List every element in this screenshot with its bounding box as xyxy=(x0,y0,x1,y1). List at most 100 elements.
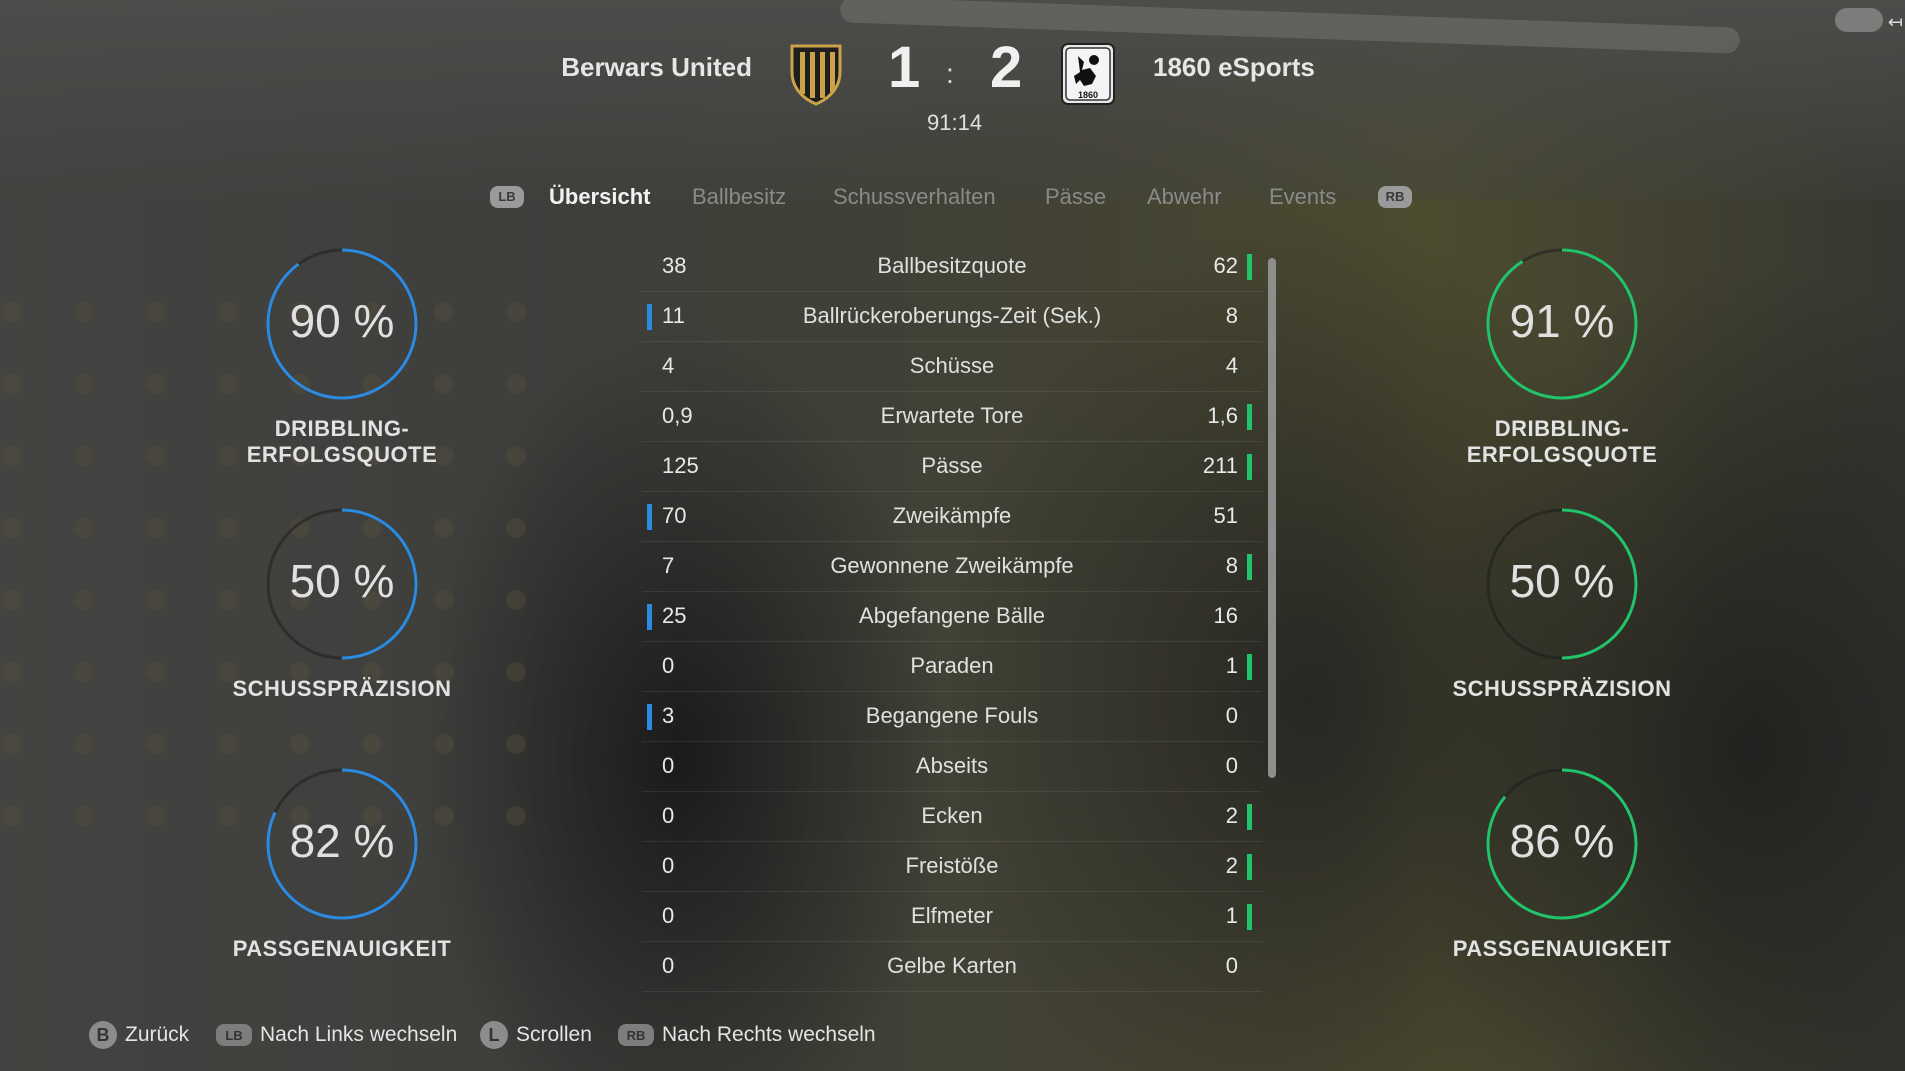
switch-left-hint[interactable]: LB Nach Links wechseln xyxy=(216,1020,457,1050)
gauge-label: DRIBBLING-ERFOLGSQUOTE xyxy=(246,416,438,467)
stat-name: Ecken xyxy=(921,803,983,828)
tab-defense[interactable]: Abwehr xyxy=(1147,184,1222,210)
stat-away-value: 0 xyxy=(1225,703,1238,728)
stats-tabs: LB Übersicht Ballbesitz Schussverhalten … xyxy=(0,178,1905,218)
gauge-label: SCHUSSPRÄZISION xyxy=(1452,676,1672,701)
away-gauge: 91 % DRIBBLING-ERFOLGSQUOTE xyxy=(1407,244,1717,468)
away-lead-marker xyxy=(1247,554,1252,580)
stat-away-value: 2 xyxy=(1225,853,1238,878)
lb-button-icon: LB xyxy=(216,1024,252,1046)
gauge-value: 90 % xyxy=(289,295,395,347)
gauge-value: 50 % xyxy=(1509,555,1615,607)
stat-name: Pässe xyxy=(921,453,983,478)
stat-away-value: 51 xyxy=(1213,503,1238,528)
away-score: 2 xyxy=(990,35,1023,100)
away-gauge: 50 % SCHUSSPRÄZISION xyxy=(1407,504,1717,702)
home-gauge: 50 % SCHUSSPRÄZISION xyxy=(187,504,497,702)
match-clock: 91:14 xyxy=(927,110,983,135)
stat-row: 0 Freistöße 2 xyxy=(642,842,1262,892)
stat-row: 0 Elfmeter 1 xyxy=(642,892,1262,942)
gauge-label: PASSGENAUIGKEIT xyxy=(232,936,452,961)
stat-row: 3 Begangene Fouls 0 xyxy=(642,692,1262,742)
stat-name: Freistöße xyxy=(905,853,999,878)
stat-row: 0 Gelbe Karten 0 xyxy=(642,942,1262,992)
stat-row: 0 Abseits 0 xyxy=(642,742,1262,792)
stat-name: Schüsse xyxy=(909,353,995,378)
gauge-value: 91 % xyxy=(1509,295,1615,347)
rb-button-icon: RB xyxy=(618,1024,654,1046)
away-lead-marker xyxy=(1247,804,1252,830)
b-button-icon: B xyxy=(89,1021,117,1049)
back-label: Zurück xyxy=(125,1023,190,1046)
away-lead-marker xyxy=(1247,854,1252,880)
scroll-hint[interactable]: L Scrollen xyxy=(480,1020,592,1050)
home-gauge: 90 % DRIBBLING-ERFOLGSQUOTE xyxy=(187,244,497,468)
stat-away-value: 1 xyxy=(1225,653,1238,678)
away-gauge: 86 % PASSGENAUIGKEIT xyxy=(1407,764,1717,962)
lb-bumper-icon[interactable]: LB xyxy=(490,186,524,208)
tab-events[interactable]: Events xyxy=(1269,184,1336,210)
stat-name: Ballbesitzquote xyxy=(877,253,1027,278)
stat-name: Zweikämpfe xyxy=(892,503,1012,528)
stats-scrollbar[interactable] xyxy=(1268,258,1276,778)
back-hint[interactable]: B Zurück xyxy=(89,1020,189,1050)
home-score: 1 xyxy=(888,35,921,100)
home-gauge: 82 % PASSGENAUIGKEIT xyxy=(187,764,497,962)
tab-overview[interactable]: Übersicht xyxy=(549,184,650,210)
stat-name: Elfmeter xyxy=(911,903,993,928)
stat-name: Gewonnene Zweikämpfe xyxy=(830,553,1074,578)
gauge-value: 86 % xyxy=(1509,815,1615,867)
stat-row: 0 Ecken 2 xyxy=(642,792,1262,842)
stat-row: 11 Ballrückeroberungs-Zeit (Sek.) 8 xyxy=(642,292,1262,342)
stat-away-value: 8 xyxy=(1225,553,1238,578)
gauge-value: 50 % xyxy=(289,555,395,607)
away-lead-marker xyxy=(1247,454,1252,480)
away-lead-marker xyxy=(1247,404,1252,430)
stat-away-value: 62 xyxy=(1213,253,1238,278)
stat-away-value: 0 xyxy=(1225,753,1238,778)
rb-bumper-icon[interactable]: RB xyxy=(1378,186,1412,208)
away-team-name: 1860 eSports xyxy=(1153,52,1315,82)
switch-right-hint[interactable]: RB Nach Rechts wechseln xyxy=(618,1020,876,1050)
stat-row: 38 Ballbesitzquote 62 xyxy=(642,242,1262,292)
stat-row: 0,9 Erwartete Tore 1,6 xyxy=(642,392,1262,442)
stat-name: Begangene Fouls xyxy=(865,703,1039,728)
button-hints: B Zurück LB Nach Links wechseln L Scroll… xyxy=(0,1020,1905,1060)
stat-name: Ballrückeroberungs-Zeit (Sek.) xyxy=(802,303,1102,328)
home-crest-icon xyxy=(790,44,842,106)
stat-row: 70 Zweikämpfe 51 xyxy=(642,492,1262,542)
score-separator: : xyxy=(946,58,954,89)
stat-row: 4 Schüsse 4 xyxy=(642,342,1262,392)
stat-away-value: 16 xyxy=(1213,603,1238,628)
stat-row: 25 Abgefangene Bälle 16 xyxy=(642,592,1262,642)
stats-table: 38 Ballbesitzquote 62 11 Ballrückeroberungs-… xyxy=(642,242,1262,992)
tab-possession[interactable]: Ballbesitz xyxy=(692,184,786,210)
away-lead-marker xyxy=(1247,904,1252,930)
home-team-name: Berwars United xyxy=(561,52,752,82)
stat-name: Paraden xyxy=(910,653,994,678)
gauge-value: 82 % xyxy=(289,815,395,867)
stat-name: Abseits xyxy=(915,753,989,778)
away-crest-icon: 1860 xyxy=(1061,43,1115,105)
stat-row: 125 Pässe 211 xyxy=(642,442,1262,492)
stat-away-value: 211 xyxy=(1202,453,1238,478)
gauge-label: PASSGENAUIGKEIT xyxy=(1452,936,1672,961)
switch-left-label: Nach Links wechseln xyxy=(260,1023,458,1046)
left-stick-icon: L xyxy=(480,1021,508,1049)
stat-away-value: 4 xyxy=(1225,353,1238,378)
away-lead-marker xyxy=(1247,654,1252,680)
scroll-label: Scrollen xyxy=(516,1023,592,1046)
stat-away-value: 8 xyxy=(1225,303,1238,328)
stat-row: 7 Gewonnene Zweikämpfe 8 xyxy=(642,542,1262,592)
stat-name: Erwartete Tore xyxy=(880,403,1024,428)
gauge-label: DRIBBLING-ERFOLGSQUOTE xyxy=(1466,416,1658,467)
stat-name: Gelbe Karten xyxy=(887,953,1017,978)
away-crest-year: 1860 xyxy=(1078,90,1098,100)
tab-passes[interactable]: Pässe xyxy=(1045,184,1106,210)
stat-away-value: 2 xyxy=(1225,803,1238,828)
gauge-label: SCHUSSPRÄZISION xyxy=(232,676,452,701)
scoreboard: Berwars United 1 : 2 1860 1860 eSports 9… xyxy=(0,0,1905,140)
away-lead-marker xyxy=(1247,254,1252,280)
tab-shooting[interactable]: Schussverhalten xyxy=(833,184,996,210)
stat-row: 0 Paraden 1 xyxy=(642,642,1262,692)
